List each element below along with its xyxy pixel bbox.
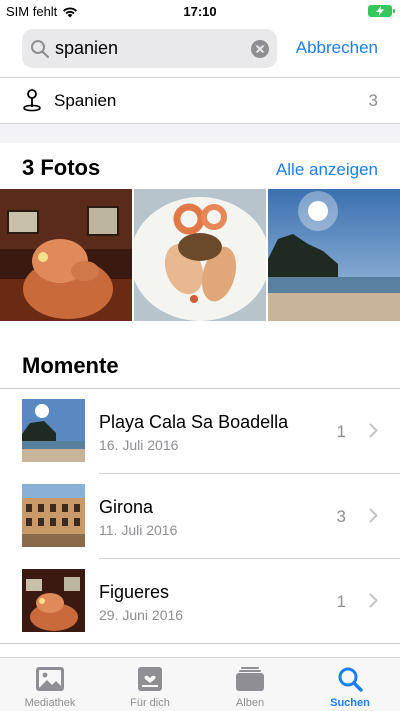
tab-label: Alben: [235, 697, 265, 709]
tab-suchen[interactable]: Suchen: [300, 658, 400, 711]
moment-count: 3: [336, 507, 346, 526]
search-row: spanien Abbrechen: [0, 28, 400, 72]
tab-label: Mediathek: [24, 697, 76, 709]
moment-row[interactable]: Girona 11. Juli 2016 3: [0, 474, 400, 559]
photo-figueres: [0, 189, 132, 321]
moments-section-title: Momente: [22, 353, 119, 378]
moment-row[interactable]: Playa Cala Sa Boadella 16. Juli 2016 1: [0, 389, 400, 474]
search-input[interactable]: spanien: [22, 29, 277, 68]
photo-beach: [268, 189, 400, 321]
place-label: Spanien: [54, 91, 117, 110]
magnifier-icon: [31, 40, 50, 59]
moment-count: 1: [336, 592, 346, 611]
moment-title: Figueres: [99, 582, 170, 602]
tab-fuer-dich[interactable]: Für dich: [100, 658, 200, 711]
tab-bar: Mediathek Für dich Alben Suchen: [0, 657, 400, 711]
place-count: 3: [368, 91, 378, 110]
tab-alben[interactable]: Alben: [200, 658, 300, 711]
albums-icon: [236, 667, 264, 691]
cancel-button[interactable]: Abbrechen: [296, 38, 378, 58]
battery-charging-icon: [368, 5, 395, 17]
chevron-right-icon: [369, 593, 378, 608]
tab-mediathek[interactable]: Mediathek: [0, 658, 100, 711]
photos-section-title: 3 Fotos: [22, 155, 101, 180]
photo-library-icon: [36, 667, 64, 691]
moment-thumbnail: [22, 484, 85, 547]
for-you-icon: [138, 667, 162, 691]
search-icon: [338, 667, 363, 692]
clock: 17:10: [183, 4, 217, 19]
moment-row[interactable]: Figueres 29. Juni 2016 1: [0, 559, 400, 644]
tab-label: Für dich: [130, 697, 170, 709]
moment-thumbnail: [22, 399, 85, 462]
moment-date: 29. Juni 2016: [99, 607, 184, 623]
status-bar: SIM fehlt 17:10: [0, 0, 400, 22]
place-result-row[interactable]: Spanien 3: [0, 78, 400, 123]
moment-title: Girona: [99, 497, 154, 517]
moment-thumbnail: [22, 569, 85, 632]
chevron-right-icon: [369, 423, 378, 438]
moment-count: 1: [336, 422, 346, 441]
moment-title: Playa Cala Sa Boadella: [99, 412, 289, 432]
tab-label: Suchen: [330, 697, 370, 709]
photo-food: [134, 189, 266, 321]
search-query[interactable]: spanien: [55, 38, 118, 59]
divider: [0, 643, 400, 644]
photo-thumbnail[interactable]: [0, 189, 132, 321]
clear-search-icon[interactable]: [251, 40, 269, 58]
chevron-right-icon: [369, 508, 378, 523]
photo-thumbnail[interactable]: [268, 189, 400, 321]
moment-date: 16. Juli 2016: [99, 437, 179, 453]
photo-thumbnail[interactable]: [134, 189, 266, 321]
location-pin-icon: [23, 89, 41, 112]
moment-date: 11. Juli 2016: [99, 522, 178, 538]
show-all-link[interactable]: Alle anzeigen: [276, 160, 378, 180]
section-separator: [0, 124, 400, 143]
